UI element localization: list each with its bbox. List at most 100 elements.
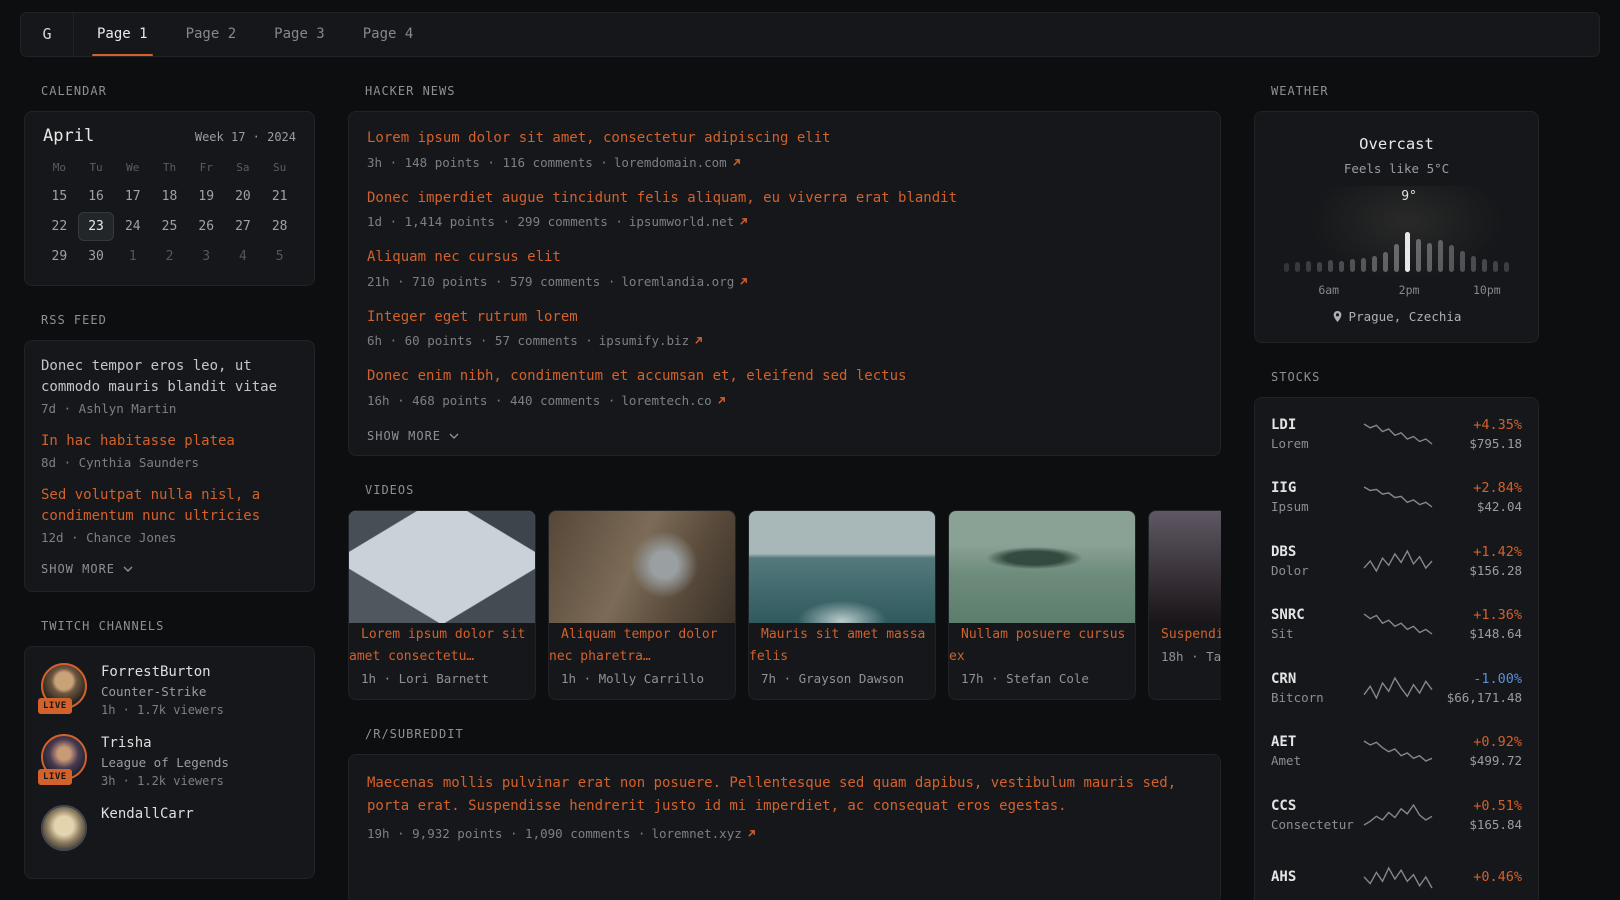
videos-scroller[interactable]: Lorem ipsum dolor sit amet consectetu… 1… bbox=[348, 510, 1221, 700]
hn-source-link[interactable]: loremdomain.com bbox=[614, 155, 741, 170]
stock-price: $148.64 bbox=[1434, 626, 1522, 641]
avatar bbox=[41, 805, 87, 851]
tab-page-4[interactable]: Page 4 bbox=[344, 13, 433, 56]
hn-meta-text: 1d · 1,414 points · 299 comments · bbox=[367, 214, 623, 229]
stock-change: +2.84% bbox=[1434, 480, 1522, 496]
stock-row[interactable]: DBS Dolor +1.42% $156.28 bbox=[1271, 529, 1522, 593]
tab-page-2[interactable]: Page 2 bbox=[167, 13, 256, 56]
hn-item: Lorem ipsum dolor sit amet, consectetur … bbox=[367, 129, 1202, 170]
hn-source-link[interactable]: ipsumify.biz bbox=[599, 333, 703, 348]
stock-sparkline bbox=[1362, 802, 1434, 828]
hn-title-link[interactable]: Aliquam nec cursus elit bbox=[367, 248, 1202, 268]
calendar-day: 20 bbox=[225, 182, 262, 211]
stocks-card: LDI Lorem +4.35% $795.18 IIG Ipsum bbox=[1254, 397, 1539, 900]
video-title-link[interactable]: Aliquam tempor dolor nec pharetra… bbox=[549, 618, 718, 664]
hn-title-link[interactable]: Donec enim nibh, condimentum et accumsan… bbox=[367, 367, 1202, 387]
calendar-day: 29 bbox=[41, 242, 78, 271]
rss-show-more-label: SHOW MORE bbox=[41, 562, 115, 576]
video-title-link[interactable]: Suspendisse diam bbox=[1149, 618, 1221, 642]
video-card[interactable]: Nullam posuere cursus ex 17h · Stefan Co… bbox=[948, 510, 1136, 700]
stock-price: $165.84 bbox=[1434, 817, 1522, 832]
avatar: LIVE bbox=[41, 663, 87, 709]
hn-item: Donec imperdiet augue tincidunt felis al… bbox=[367, 189, 1202, 230]
calendar-day: 26 bbox=[188, 212, 225, 241]
subreddit-widget: /R/SUBREDDIT Maecenas mollis pulvinar er… bbox=[348, 727, 1221, 900]
weather-location: Prague, Czechia bbox=[1271, 309, 1522, 324]
stock-row[interactable]: IIG Ipsum +2.84% $42.04 bbox=[1271, 466, 1522, 530]
weather-condition: Overcast bbox=[1271, 135, 1522, 153]
twitch-channel-row[interactable]: LIVE ForrestBurton Counter-Strike 1h · 1… bbox=[41, 663, 298, 717]
calendar-day: 16 bbox=[78, 182, 115, 211]
tab-page-3[interactable]: Page 3 bbox=[255, 13, 344, 56]
stock-row[interactable]: SNRC Sit +1.36% $148.64 bbox=[1271, 593, 1522, 657]
videos-widget: VIDEOS Lorem ipsum dolor sit amet consec… bbox=[348, 483, 1221, 700]
video-title-link[interactable]: Mauris sit amet massa felis bbox=[749, 618, 925, 664]
calendar-dow: Sa bbox=[225, 154, 262, 181]
rss-title-link[interactable]: Sed volutpat nulla nisl, a condimentum n… bbox=[41, 485, 298, 527]
stock-values: +1.36% $148.64 bbox=[1434, 607, 1522, 641]
stock-id: AHS bbox=[1271, 869, 1362, 888]
stock-name: Lorem bbox=[1271, 436, 1362, 451]
hn-source-link[interactable]: loremlandia.org bbox=[621, 274, 748, 289]
video-card[interactable]: Suspendisse diam 18h · Tara bbox=[1148, 510, 1221, 700]
calendar-day: 24 bbox=[114, 212, 151, 241]
subreddit-source-domain: loremnet.xyz bbox=[651, 826, 741, 841]
rss-item: Sed volutpat nulla nisl, a condimentum n… bbox=[41, 485, 298, 545]
hn-source-link[interactable]: loremtech.co bbox=[621, 393, 725, 408]
twitch-channel-row[interactable]: LIVE Trisha League of Legends 3h · 1.2k … bbox=[41, 734, 298, 788]
avatar: LIVE bbox=[41, 734, 87, 780]
hn-title-link[interactable]: Donec imperdiet augue tincidunt felis al… bbox=[367, 189, 1202, 209]
calendar-day: 25 bbox=[151, 212, 188, 241]
stocks-section-label: STOCKS bbox=[1271, 370, 1539, 384]
stock-row[interactable]: CRN Bitcorn -1.00% $66,171.48 bbox=[1271, 656, 1522, 720]
stock-values: -1.00% $66,171.48 bbox=[1434, 671, 1522, 705]
stock-sparkline bbox=[1362, 421, 1434, 447]
hn-show-more-button[interactable]: SHOW MORE bbox=[367, 427, 459, 445]
weather-widget: WEATHER Overcast Feels like 5°C 9° 6am 2… bbox=[1254, 84, 1539, 343]
stock-row[interactable]: AHS +0.46% bbox=[1271, 847, 1522, 900]
hn-source-link[interactable]: ipsumworld.net bbox=[629, 214, 748, 229]
video-meta: 18h · Tara bbox=[1149, 645, 1221, 677]
stock-symbol: IIG bbox=[1271, 480, 1362, 496]
rss-show-more-button[interactable]: SHOW MORE bbox=[41, 560, 133, 578]
calendar-dow: Su bbox=[261, 154, 298, 181]
video-card[interactable]: Aliquam tempor dolor nec pharetra… 1h · … bbox=[548, 510, 736, 700]
hn-meta: 3h · 148 points · 116 comments · loremdo… bbox=[367, 155, 1202, 170]
rss-card: Donec tempor eros leo, ut commodo mauris… bbox=[24, 340, 315, 592]
twitch-meta: 1h · 1.7k viewers bbox=[101, 703, 224, 717]
hn-title-link[interactable]: Lorem ipsum dolor sit amet, consectetur … bbox=[367, 129, 1202, 149]
video-meta: 1h · Lori Barnett bbox=[349, 667, 535, 699]
rss-title-link[interactable]: Donec tempor eros leo, ut commodo mauris… bbox=[41, 356, 298, 398]
stock-change: +0.92% bbox=[1434, 734, 1522, 750]
twitch-channel-row[interactable]: KendallCarr bbox=[41, 805, 298, 851]
subreddit-source-link[interactable]: loremnet.xyz bbox=[651, 826, 755, 841]
video-card[interactable]: Lorem ipsum dolor sit amet consectetu… 1… bbox=[348, 510, 536, 700]
video-card[interactable]: Mauris sit amet massa felis 7h · Grayson… bbox=[748, 510, 936, 700]
stock-row[interactable]: LDI Lorem +4.35% $795.18 bbox=[1271, 402, 1522, 466]
stock-id: CCS Consectetur bbox=[1271, 798, 1362, 832]
page-tabs: Page 1 Page 2 Page 3 Page 4 bbox=[78, 13, 432, 56]
hn-meta: 21h · 710 points · 579 comments · loreml… bbox=[367, 274, 1202, 289]
chevron-down-icon bbox=[449, 433, 459, 439]
stock-symbol: CRN bbox=[1271, 671, 1362, 687]
video-title-link[interactable]: Lorem ipsum dolor sit amet consectetu… bbox=[349, 618, 525, 664]
calendar-dow: Th bbox=[151, 154, 188, 181]
calendar-dow: Tu bbox=[78, 154, 115, 181]
tab-page-1[interactable]: Page 1 bbox=[78, 13, 167, 56]
hn-title-link[interactable]: Integer eget rutrum lorem bbox=[367, 308, 1202, 328]
video-title-link[interactable]: Nullam posuere cursus ex bbox=[949, 618, 1125, 664]
stock-row[interactable]: AET Amet +0.92% $499.72 bbox=[1271, 720, 1522, 784]
subreddit-post-title-link[interactable]: Maecenas mollis pulvinar erat non posuer… bbox=[367, 772, 1202, 818]
stock-values: +2.84% $42.04 bbox=[1434, 480, 1522, 514]
app-logo[interactable]: G bbox=[21, 13, 74, 56]
video-thumbnail bbox=[749, 511, 935, 623]
calendar-card: April Week 17 · 2024 Mo Tu We Th Fr Sa S… bbox=[24, 111, 315, 286]
stock-id: AET Amet bbox=[1271, 734, 1362, 768]
rss-title-link[interactable]: In hac habitasse platea bbox=[41, 431, 298, 452]
twitch-card: LIVE ForrestBurton Counter-Strike 1h · 1… bbox=[24, 646, 315, 879]
video-meta: 17h · Stefan Cole bbox=[949, 667, 1135, 699]
hn-item: Aliquam nec cursus elit 21h · 710 points… bbox=[367, 248, 1202, 289]
stock-row[interactable]: CCS Consectetur +0.51% $165.84 bbox=[1271, 783, 1522, 847]
stock-values: +0.51% $165.84 bbox=[1434, 798, 1522, 832]
rss-meta: 8d · Cynthia Saunders bbox=[41, 455, 298, 470]
